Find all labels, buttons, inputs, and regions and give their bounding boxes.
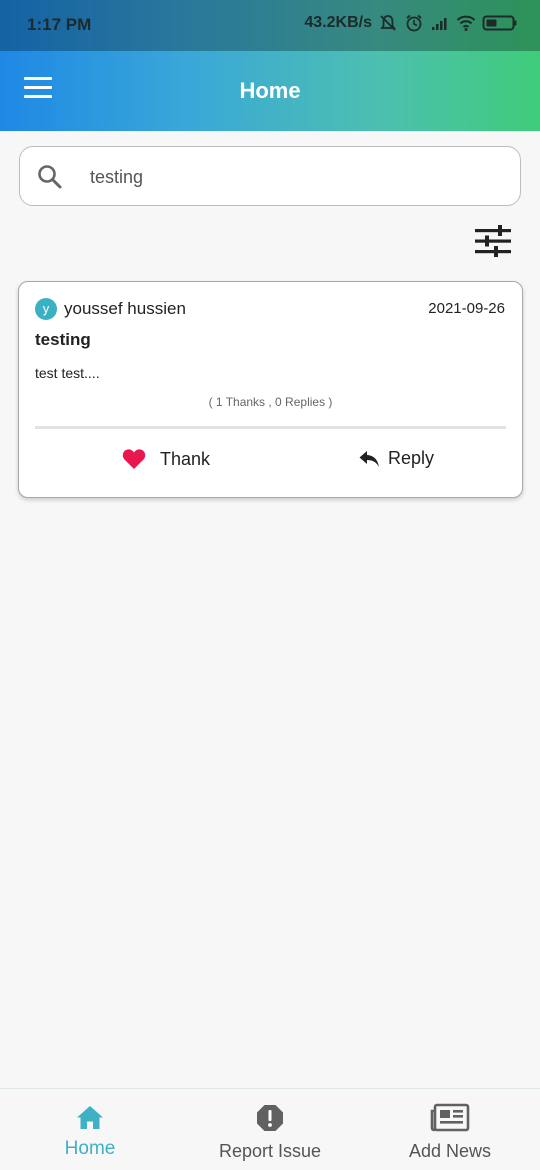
nav-report-issue[interactable]: Report Issue [180, 1089, 360, 1170]
battery-icon [482, 15, 517, 31]
reply-button[interactable]: Reply [358, 448, 434, 469]
author-name: youssef hussien [64, 299, 186, 318]
nav-add-news-label: Add News [408, 1141, 492, 1161]
post-stats: ( 1 Thanks , 0 Replies ) [208, 395, 333, 409]
thank-label: Thank [160, 448, 211, 469]
search-bar[interactable] [19, 146, 521, 206]
nav-report-label: Report Issue [218, 1141, 322, 1161]
search-input[interactable] [90, 161, 490, 193]
wifi-icon [456, 15, 476, 31]
post-body: test test.... [35, 365, 100, 381]
post-date: 2021-09-26 [428, 300, 505, 317]
avatar: y [35, 298, 57, 320]
status-icons: 43.2KB/s [304, 13, 518, 33]
bottom-navigation: Home Report Issue Add News [0, 1088, 540, 1170]
news-card[interactable]: y youssef hussien 2021-09-26 testing tes… [18, 281, 523, 498]
signal-icon [432, 18, 447, 30]
nav-home-label: Home [64, 1138, 116, 1159]
post-title: testing [35, 330, 91, 349]
nav-add-news[interactable]: Add News [360, 1089, 540, 1170]
network-speed: 43.2KB/s [304, 14, 372, 31]
header: 1:17 PM 43.2KB/s Home [0, 0, 540, 131]
status-bar: 1:17 PM 43.2KB/s [0, 0, 540, 51]
newspaper-icon [430, 1103, 470, 1132]
divider [35, 426, 506, 429]
nav-home[interactable]: Home [0, 1089, 180, 1170]
home-icon [77, 1106, 103, 1129]
filter-settings-icon[interactable] [474, 224, 512, 258]
page-title: Home [239, 78, 301, 103]
reply-label: Reply [388, 448, 435, 468]
alarm-icon [406, 14, 422, 32]
status-time: 1:17 PM [27, 15, 92, 34]
thank-button[interactable]: Thank [122, 448, 210, 470]
notifications-off-icon [380, 15, 396, 31]
search-icon [38, 165, 62, 189]
app-bar: Home [0, 51, 540, 131]
heart-icon [122, 449, 146, 469]
reply-icon [359, 450, 379, 467]
alert-octagon-icon [257, 1105, 283, 1131]
